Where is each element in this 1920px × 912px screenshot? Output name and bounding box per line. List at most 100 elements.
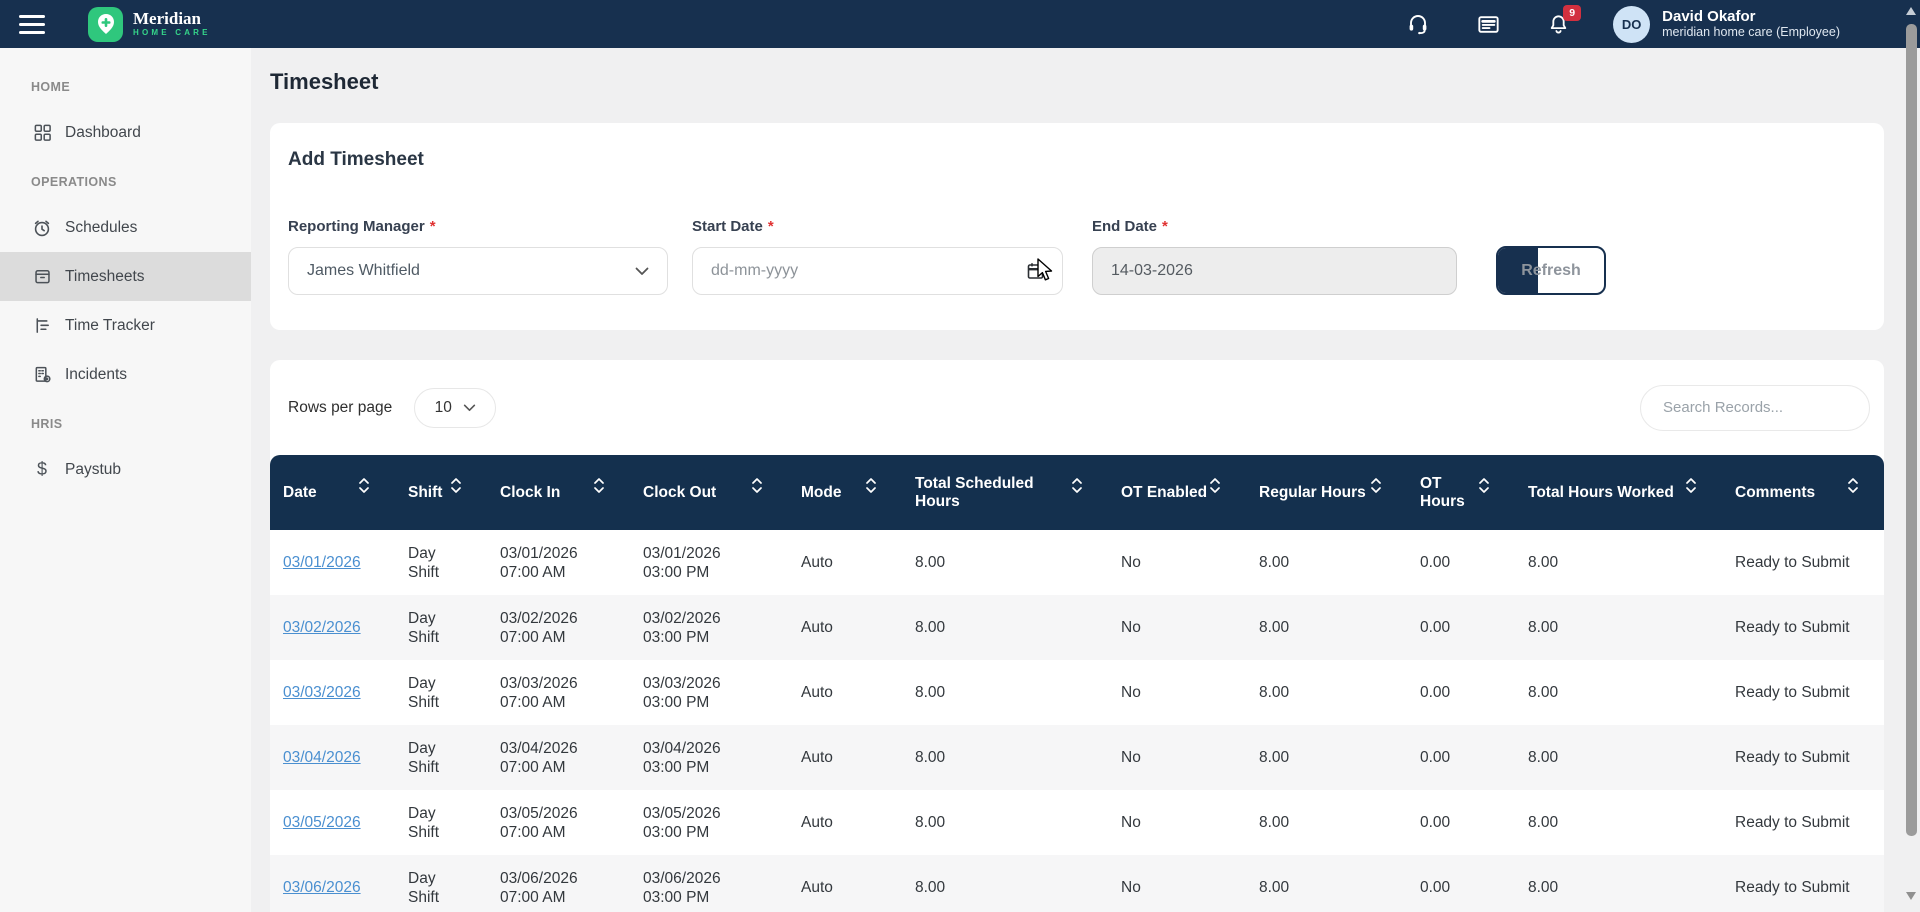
required-asterisk: *	[430, 218, 436, 235]
sidebar-item-incidents[interactable]: Incidents	[0, 350, 251, 399]
cell-ot-enabled: No	[1108, 790, 1246, 855]
column-header-clock-out: Clock Out	[630, 455, 788, 530]
main-content: Timesheet Add Timesheet Reporting Manage…	[251, 48, 1920, 912]
brand-logo[interactable]: Meridian HOME CARE	[88, 7, 211, 42]
column-header-ot-hours: OT Hours	[1407, 455, 1515, 530]
vertical-scrollbar[interactable]	[1903, 0, 1920, 912]
sidebar-item-dashboard[interactable]: Dashboard	[0, 108, 251, 157]
menu-icon[interactable]	[0, 0, 64, 48]
cell-comments: Ready to Submit	[1722, 725, 1884, 790]
scrollbar-up-arrow-icon[interactable]	[1906, 7, 1916, 15]
time-tracker-icon	[31, 316, 53, 335]
sort-icon[interactable]	[1210, 478, 1220, 493]
sort-icon[interactable]	[451, 478, 461, 493]
sidebar-section-hris: HRIS	[31, 417, 251, 431]
refresh-button[interactable]: Refresh	[1496, 246, 1606, 295]
sort-icon[interactable]	[1686, 478, 1696, 493]
sort-icon[interactable]	[594, 478, 604, 493]
brand-tagline: HOME CARE	[133, 28, 211, 38]
table-row: 03/04/2026 Day Shift 03/04/202607:00 AM …	[270, 725, 1884, 790]
cell-total-scheduled-hours: 8.00	[902, 595, 1108, 660]
cell-ot-enabled: No	[1108, 530, 1246, 595]
search-input[interactable]	[1640, 385, 1870, 431]
timesheet-date-link[interactable]: 03/01/2026	[283, 554, 361, 571]
sort-icon[interactable]	[359, 478, 369, 493]
sidebar-item-time-tracker[interactable]: Time Tracker	[0, 301, 251, 350]
cell-clock-in: 03/06/202607:00 AM	[487, 855, 630, 912]
scrollbar-down-arrow-icon[interactable]	[1906, 892, 1916, 900]
notifications-bell-icon[interactable]: 9	[1545, 11, 1571, 37]
reporting-manager-label: Reporting Manager*	[288, 218, 668, 235]
cell-mode: Auto	[788, 790, 902, 855]
timesheet-date-link[interactable]: 03/02/2026	[283, 619, 361, 636]
user-menu[interactable]: David Okafor meridian home care (Employe…	[1662, 8, 1840, 40]
cell-total-scheduled-hours: 8.00	[902, 725, 1108, 790]
page-title: Timesheet	[270, 68, 1901, 96]
column-header-mode: Mode	[788, 455, 902, 530]
cell-regular-hours: 8.00	[1246, 790, 1407, 855]
avatar-initials: DO	[1622, 17, 1642, 32]
cell-total-scheduled-hours: 8.00	[902, 790, 1108, 855]
cell-ot-hours: 0.00	[1407, 595, 1515, 660]
cell-comments: Ready to Submit	[1722, 595, 1884, 660]
sidebar-item-label: Dashboard	[65, 124, 141, 142]
avatar[interactable]: DO	[1613, 6, 1650, 43]
cell-clock-in: 03/05/202607:00 AM	[487, 790, 630, 855]
cell-total-scheduled-hours: 8.00	[902, 530, 1108, 595]
cell-regular-hours: 8.00	[1246, 855, 1407, 912]
cell-ot-hours: 0.00	[1407, 530, 1515, 595]
calendar-icon[interactable]	[1027, 262, 1044, 280]
cell-comments: Ready to Submit	[1722, 660, 1884, 725]
timesheet-records-card: Rows per page 10 Date Shift Clock In Clo…	[270, 360, 1884, 912]
cell-total-hours-worked: 8.00	[1515, 790, 1722, 855]
cell-ot-enabled: No	[1108, 725, 1246, 790]
timesheet-date-link[interactable]: 03/03/2026	[283, 684, 361, 701]
timesheet-box-icon	[31, 267, 53, 286]
reporting-manager-select[interactable]: James Whitfield	[288, 247, 668, 295]
cell-total-hours-worked: 8.00	[1515, 530, 1722, 595]
cell-clock-out: 03/06/202603:00 PM	[630, 855, 788, 912]
sort-icon[interactable]	[1371, 478, 1381, 493]
scrollbar-thumb[interactable]	[1906, 24, 1917, 836]
cell-ot-hours: 0.00	[1407, 855, 1515, 912]
cell-regular-hours: 8.00	[1246, 660, 1407, 725]
required-asterisk: *	[768, 218, 774, 235]
sidebar-item-label: Time Tracker	[65, 317, 155, 335]
sort-icon[interactable]	[1479, 478, 1489, 493]
timesheet-date-link[interactable]: 03/04/2026	[283, 749, 361, 766]
rows-per-page-select[interactable]: 10	[414, 388, 496, 428]
table-row: 03/03/2026 Day Shift 03/03/202607:00 AM …	[270, 660, 1884, 725]
sidebar-item-paystub[interactable]: $ Paystub	[0, 445, 251, 494]
cell-regular-hours: 8.00	[1246, 530, 1407, 595]
timesheet-date-link[interactable]: 03/05/2026	[283, 814, 361, 831]
timesheet-date-link[interactable]: 03/06/2026	[283, 879, 361, 896]
cell-clock-in: 03/04/202607:00 AM	[487, 725, 630, 790]
dollar-icon: $	[31, 459, 53, 480]
dashboard-grid-icon	[31, 123, 53, 142]
cell-clock-out: 03/02/202603:00 PM	[630, 595, 788, 660]
cell-ot-enabled: No	[1108, 660, 1246, 725]
sort-icon[interactable]	[752, 478, 762, 493]
sidebar-item-label: Schedules	[65, 219, 137, 237]
user-role: meridian home care (Employee)	[1662, 25, 1840, 40]
add-timesheet-title: Add Timesheet	[288, 147, 1866, 173]
table-row: 03/05/2026 Day Shift 03/05/202607:00 AM …	[270, 790, 1884, 855]
sort-icon[interactable]	[1072, 478, 1082, 493]
cell-total-scheduled-hours: 8.00	[902, 855, 1108, 912]
start-date-input[interactable]	[711, 262, 1027, 280]
column-header-comments: Comments	[1722, 455, 1884, 530]
sort-icon[interactable]	[866, 478, 876, 493]
cell-mode: Auto	[788, 660, 902, 725]
news-icon[interactable]	[1475, 11, 1501, 37]
cell-ot-enabled: No	[1108, 855, 1246, 912]
start-date-label: Start Date*	[692, 218, 1063, 235]
cell-clock-out: 03/05/202603:00 PM	[630, 790, 788, 855]
sidebar-item-schedules[interactable]: Schedules	[0, 203, 251, 252]
column-header-regular-hours: Regular Hours	[1246, 455, 1407, 530]
support-headset-icon[interactable]	[1405, 11, 1431, 37]
sidebar-item-timesheets[interactable]: Timesheets	[0, 252, 251, 301]
sort-icon[interactable]	[1848, 478, 1858, 493]
cell-mode: Auto	[788, 725, 902, 790]
cell-shift: Day Shift	[395, 660, 487, 725]
table-row: 03/06/2026 Day Shift 03/06/202607:00 AM …	[270, 855, 1884, 912]
